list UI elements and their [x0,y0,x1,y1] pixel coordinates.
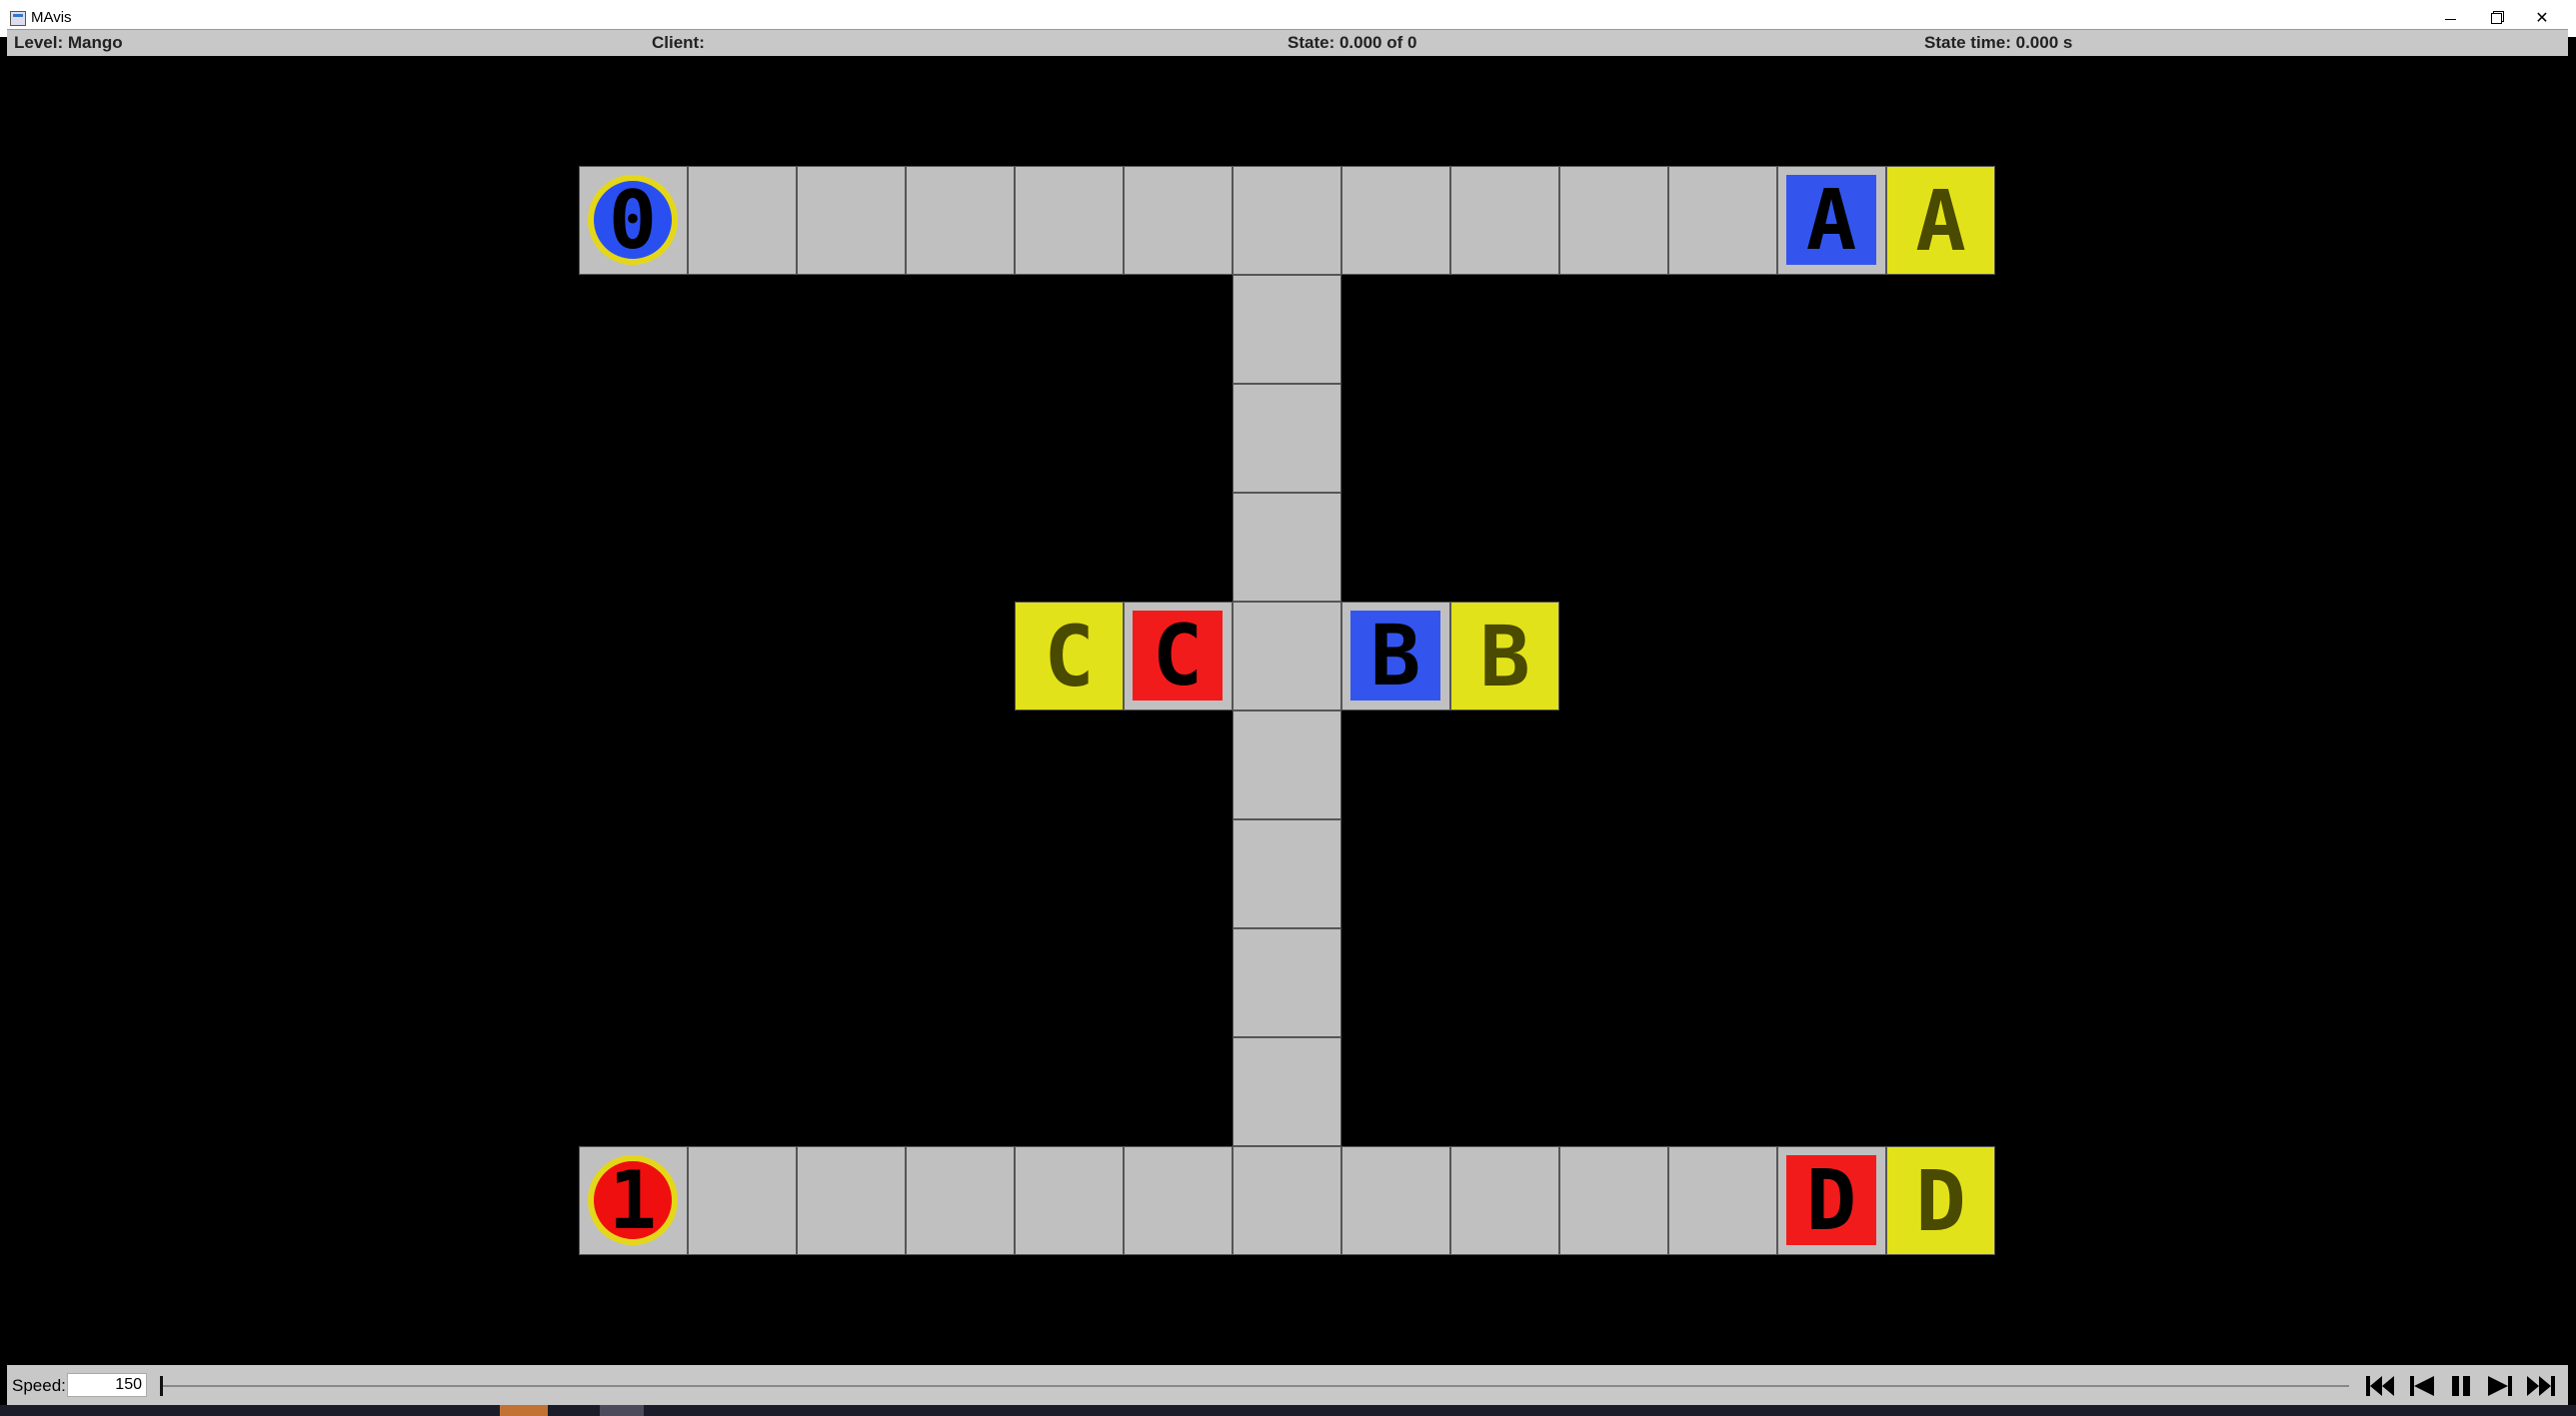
taskbar-app-button[interactable] [600,1405,644,1416]
pause-icon[interactable] [2444,1373,2478,1399]
taskbar-app-button[interactable] [500,1405,548,1416]
taskbar [0,1405,2576,1416]
status-bar: Level: Mango Client: State: 0.000 of 0 S… [7,29,2568,56]
floor-cell [1233,602,1341,710]
floor-cell [1668,166,1777,275]
level-label: Level: Mango [14,33,123,52]
agent-0-label: 0 [608,173,658,267]
floor-cell [1450,166,1559,275]
floor-cell [1233,275,1341,384]
floor-cell [1233,819,1341,928]
floor-cell [1341,166,1450,275]
timeline-handle[interactable] [160,1376,163,1396]
level-board: A C B D 0 1 A B C D [0,56,2576,1365]
state-label: State: 0.000 of 0 [1288,33,1417,52]
floor-cell [1124,166,1233,275]
close-icon: ✕ [2535,10,2549,27]
box-c: C [1133,607,1223,705]
goal-a: A [1886,166,1995,275]
floor-cell [1233,710,1341,819]
floor-cell [1233,493,1341,602]
floor-cell [1015,1146,1124,1255]
floor-cell [1124,1146,1233,1255]
box-a: A [1786,171,1876,269]
floor-cell [1450,1146,1559,1255]
minimize-icon [2444,18,2456,20]
state-time-label: State time: 0.000 s [1924,33,2073,52]
restore-icon [2490,12,2502,24]
floor-cell [906,166,1015,275]
timeline-slider[interactable] [160,1376,2349,1396]
floor-cell [1233,1037,1341,1146]
window-title: MAvis [31,9,72,26]
floor-cell [1015,166,1124,275]
floor-cell [797,1146,906,1255]
last-icon[interactable] [2524,1373,2558,1399]
floor-cell [1233,166,1341,275]
next-icon[interactable] [2484,1373,2518,1399]
agent-1: 1 [588,1153,678,1247]
box-d: D [1786,1151,1876,1249]
floor-cell [1341,1146,1450,1255]
goal-b: B [1450,602,1559,710]
floor-cell [1559,1146,1668,1255]
playback-bar: Speed: [7,1365,2568,1405]
speed-label: Speed: [12,1376,66,1395]
client-label: Client: [652,33,705,52]
speed-input[interactable] [67,1373,147,1397]
box-b: B [1350,607,1440,705]
floor-cell [1559,166,1668,275]
agent-0: 0 [588,173,678,267]
goal-d: D [1886,1146,1995,1255]
floor-cell [688,1146,797,1255]
app-icon [10,11,26,26]
floor-cell [797,166,906,275]
floor-cell [1233,928,1341,1037]
agent-1-label: 1 [608,1153,658,1247]
floor-cell [1668,1146,1777,1255]
floor-cell [1233,384,1341,493]
previous-icon[interactable] [2404,1373,2438,1399]
floor-cell [1233,1146,1341,1255]
goal-c: C [1015,602,1124,710]
first-icon[interactable] [2363,1373,2397,1399]
floor-cell [906,1146,1015,1255]
floor-cell [688,166,797,275]
